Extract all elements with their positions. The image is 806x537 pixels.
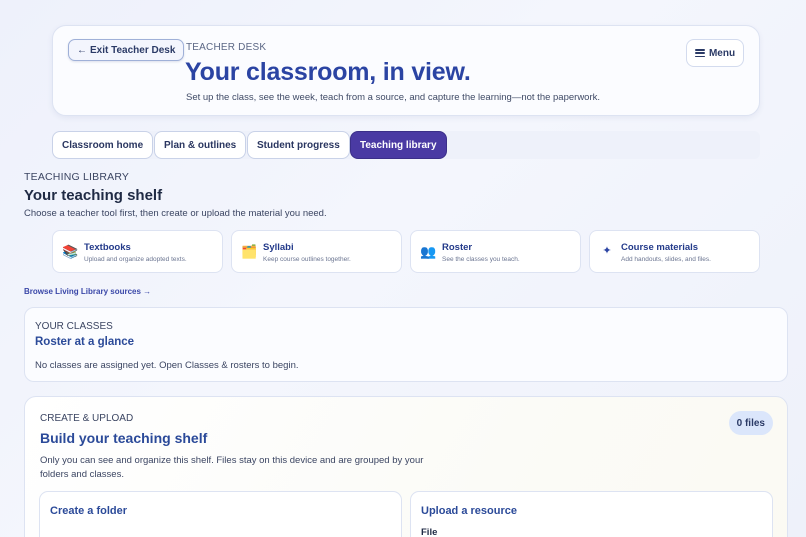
upload-resource-card: Upload a resource File xyxy=(410,491,773,537)
tool-description: Keep course outlines together. xyxy=(263,256,351,263)
tool-description: Upload and organize adopted texts. xyxy=(84,256,187,263)
tab-label: Teaching library xyxy=(360,139,437,151)
tool-card-textbooks[interactable]: 📚 Textbooks Upload and organize adopted … xyxy=(52,230,223,273)
exit-button-label: Exit Teacher Desk xyxy=(90,44,176,56)
tool-title: Course materials xyxy=(621,242,699,253)
folder-icon: 🗂️ xyxy=(241,244,258,259)
classes-title: Roster at a glance xyxy=(35,336,135,348)
create-folder-card: Create a folder xyxy=(39,491,402,537)
tool-card-course-materials[interactable]: ✦ Course materials Add handouts, slides,… xyxy=(589,230,760,273)
tab-label: Classroom home xyxy=(62,139,144,151)
header-card: ← Exit Teacher Desk TEACHER DESK Your cl… xyxy=(52,25,760,116)
section-title: Your teaching shelf xyxy=(24,187,163,204)
tab-classroom-home[interactable]: Classroom home xyxy=(52,131,154,159)
browse-living-library-link[interactable]: Browse Living Library sources → xyxy=(24,287,151,296)
header-eyebrow: TEACHER DESK xyxy=(186,42,267,53)
tool-description: Add handouts, slides, and files. xyxy=(621,256,711,263)
section-subtitle: Choose a teacher tool first, then create… xyxy=(24,208,327,219)
create-title: Build your teaching shelf xyxy=(40,430,208,446)
files-count-badge: 0 files xyxy=(728,411,773,435)
tab-label: Plan & outlines xyxy=(164,139,237,151)
classes-empty-message: No classes are assigned yet. Open Classe… xyxy=(35,360,299,371)
section-eyebrow: TEACHING LIBRARY xyxy=(24,171,130,183)
tool-title: Syllabi xyxy=(263,242,294,253)
classes-eyebrow: YOUR CLASSES xyxy=(35,321,113,332)
create-subtitle: Only you can see and organize this shelf… xyxy=(40,455,424,480)
tool-card-syllabi[interactable]: 🗂️ Syllabi Keep course outlines together… xyxy=(231,230,402,273)
people-icon: 👥 xyxy=(420,244,437,259)
books-icon: 📚 xyxy=(62,244,79,259)
menu-button[interactable]: Menu xyxy=(686,39,744,67)
page-title: Your classroom, in view. xyxy=(185,58,471,86)
tab-student-progress[interactable]: Student progress xyxy=(247,131,350,159)
tab-bar: Classroom home Plan & outlines Student p… xyxy=(52,131,760,159)
classes-card: YOUR CLASSES Roster at a glance No class… xyxy=(24,307,788,382)
page-subtitle: Set up the class, see the week, teach fr… xyxy=(186,92,601,103)
tool-title: Textbooks xyxy=(84,242,131,253)
menu-label: Menu xyxy=(708,47,736,59)
sparkle-icon: ✦ xyxy=(602,245,612,257)
tool-description: See the classes you teach. xyxy=(442,256,520,263)
tool-title: Roster xyxy=(442,242,473,253)
tab-teaching-library[interactable]: Teaching library xyxy=(350,131,447,159)
create-folder-title: Create a folder xyxy=(50,505,128,517)
create-upload-card: CREATE & UPLOAD Build your teaching shel… xyxy=(24,396,788,537)
exit-teacher-desk-button[interactable]: ← Exit Teacher Desk xyxy=(68,39,185,61)
tab-plan-outlines[interactable]: Plan & outlines xyxy=(154,131,247,159)
tool-card-roster[interactable]: 👥 Roster See the classes you teach. xyxy=(410,230,581,273)
create-eyebrow: CREATE & UPLOAD xyxy=(40,413,134,424)
tab-label: Student progress xyxy=(257,139,340,151)
hamburger-icon xyxy=(694,49,705,57)
upload-resource-title: Upload a resource xyxy=(421,505,517,517)
arrow-left-icon: ← xyxy=(77,44,87,56)
file-field-label: File xyxy=(421,527,438,537)
